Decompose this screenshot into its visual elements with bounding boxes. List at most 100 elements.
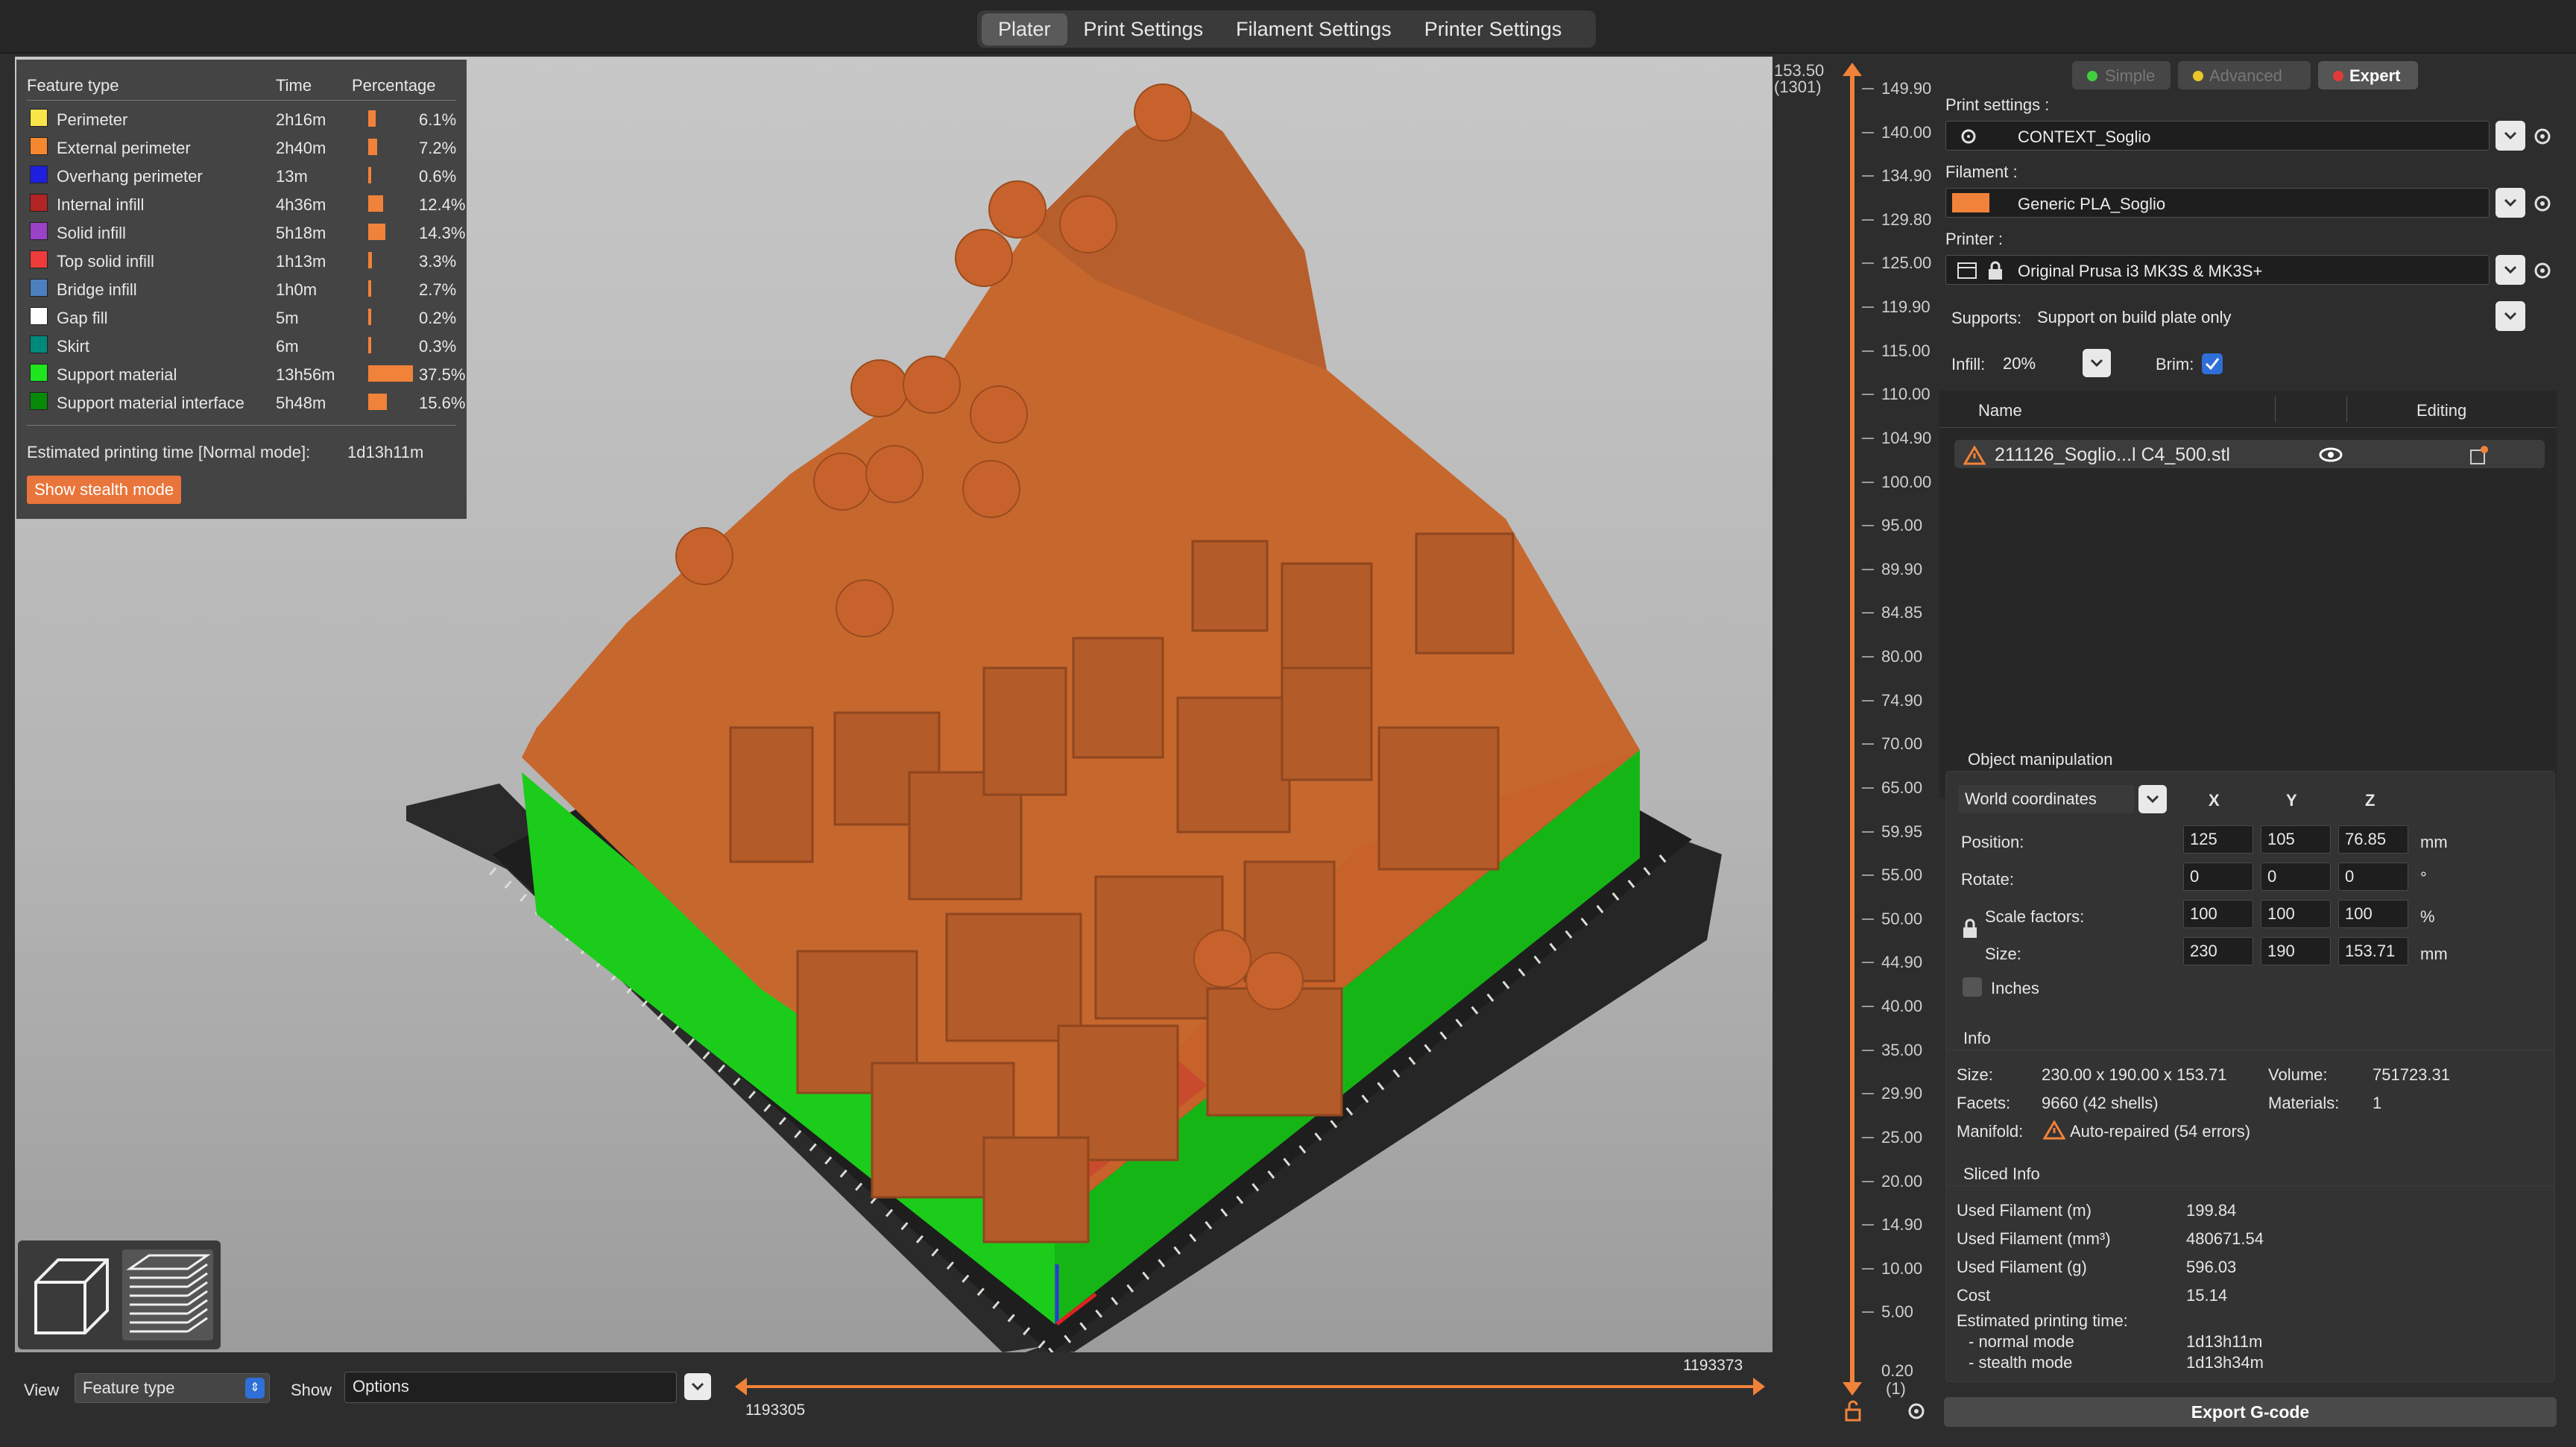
scale-y-input[interactable]: 100: [2261, 900, 2331, 928]
horizontal-move-slider[interactable]: [739, 1385, 1761, 1388]
info-manifold-value: Auto-repaired (54 errors): [2070, 1122, 2251, 1141]
edit-settings-icon[interactable]: [2469, 444, 2490, 465]
sliced-info-title: Sliced Info: [1963, 1164, 2040, 1183]
chevron-down-icon: [2146, 795, 2159, 804]
eye-icon[interactable]: [2318, 446, 2343, 464]
position-z-input[interactable]: 76.85: [2338, 825, 2408, 854]
tab-filament-settings[interactable]: Filament Settings: [1219, 13, 1408, 45]
show-options-select[interactable]: Options: [344, 1372, 677, 1403]
layer-tick-mark: [1862, 874, 1874, 877]
position-x-input[interactable]: 125: [2183, 825, 2253, 854]
layer-tick-label: 40.00: [1881, 997, 1923, 1016]
cog-icon[interactable]: [1905, 1400, 1928, 1422]
printer-gear-icon[interactable]: [2531, 259, 2554, 282]
rotate-unit: °: [2420, 868, 2427, 887]
layer-tick-label: 119.90: [1881, 297, 1931, 317]
chevron-down-icon: [2504, 265, 2517, 274]
show-stealth-mode-button[interactable]: Show stealth mode: [27, 476, 182, 504]
layer-tick-label: 125.00: [1881, 253, 1932, 273]
sliced-row-label: Used Filament (g): [1957, 1258, 2087, 1276]
layer-tick-label: 20.00: [1881, 1171, 1923, 1191]
printer-value: Original Prusa i3 MK3S & MK3S+: [2018, 262, 2263, 280]
scale-label: Scale factors:: [1985, 907, 2085, 926]
3d-view-button[interactable]: [25, 1249, 116, 1340]
filament-dropdown[interactable]: [2496, 188, 2525, 218]
updown-icon: ⇕: [245, 1378, 265, 1399]
unlock-icon[interactable]: [1844, 1400, 1862, 1422]
filament-gear-icon[interactable]: [2531, 192, 2554, 215]
layer-tick-label: 10.00: [1881, 1258, 1923, 1278]
legend-color-swatch: [30, 335, 48, 353]
legend-percentage: 2.7%: [419, 280, 457, 299]
rotate-y-input[interactable]: 0: [2261, 863, 2331, 891]
object-list-col-name: Name: [1978, 401, 2022, 420]
legend-color-swatch: [30, 222, 48, 240]
layer-slider-track[interactable]: [1850, 72, 1854, 1391]
print-settings-dropdown[interactable]: [2496, 121, 2525, 151]
rotate-x-input[interactable]: 0: [2183, 863, 2253, 891]
right-sidebar: Simple Advanced Expert Print settings : …: [1936, 57, 2563, 1428]
mode-advanced-button[interactable]: Advanced: [2178, 61, 2311, 89]
infill-dropdown[interactable]: [2083, 349, 2111, 377]
scale-z-input[interactable]: 100: [2338, 900, 2408, 928]
size-z-input[interactable]: 153.71: [2338, 937, 2408, 965]
slider-left-thumb[interactable]: [732, 1376, 748, 1397]
scale-unit: %: [2420, 907, 2435, 926]
supports-select[interactable]: Support on build plate only: [2032, 301, 2490, 331]
position-y-input[interactable]: 105: [2261, 825, 2331, 854]
legend-divider: [27, 425, 456, 426]
layer-tick-mark: [1862, 743, 1874, 745]
layer-slider[interactable]: 153.50 (1301) 149.90 140.00 134.90 129.80 12…: [1774, 57, 1931, 1422]
size-x-input[interactable]: 230: [2183, 937, 2253, 965]
object-list-row[interactable]: 211126_Soglio...l C4_500.stl: [1954, 440, 2545, 468]
print-settings-select[interactable]: CONTEXT_Soglio: [1945, 121, 2490, 151]
layer-tick-label: 110.00: [1881, 385, 1931, 404]
brim-checkbox[interactable]: [2202, 353, 2223, 374]
sliced-row-label: Cost: [1957, 1286, 1991, 1305]
mode-simple-button[interactable]: Simple: [2072, 61, 2171, 89]
position-label: Position:: [1961, 833, 2024, 851]
print-settings-gear-icon[interactable]: [2531, 125, 2554, 148]
export-gcode-button[interactable]: Export G-code: [1944, 1397, 2557, 1427]
preview-button[interactable]: [122, 1249, 213, 1340]
legend-percentage-bar: [368, 280, 372, 297]
inches-checkbox[interactable]: [1963, 977, 1982, 997]
legend-row: Support material interface 5h48m 15.6%: [27, 388, 465, 416]
legend-feature-label: Skirt: [57, 337, 89, 356]
infill-input[interactable]: 20%: [1998, 349, 2080, 377]
layer-tick-label: 129.80: [1881, 209, 1932, 229]
size-y-input[interactable]: 190: [2261, 937, 2331, 965]
legend-percentage-bar: [368, 195, 383, 212]
layer-bottom-thumb[interactable]: [1841, 1381, 1863, 1397]
cube-icon: [34, 1258, 109, 1334]
coordinates-select[interactable]: World coordinates: [1958, 785, 2134, 813]
info-facets-label: Facets:: [1957, 1094, 2011, 1112]
supports-dropdown[interactable]: [2496, 301, 2525, 331]
layer-top-thumb[interactable]: [1841, 61, 1863, 78]
coordinates-dropdown[interactable]: [2138, 785, 2167, 813]
legend-time: 1h0m: [276, 280, 318, 299]
lock-icon[interactable]: [1961, 918, 1979, 940]
mode-expert-button[interactable]: Expert: [2318, 61, 2418, 89]
scale-x-input[interactable]: 100: [2183, 900, 2253, 928]
filament-label: Filament :: [1945, 163, 2018, 181]
sliced-row-value: 480671.54: [2186, 1229, 2264, 1248]
printer-select[interactable]: Original Prusa i3 MK3S & MK3S+: [1945, 255, 2490, 285]
layer-tick-label: 115.00: [1881, 341, 1931, 360]
object-manipulation-title: Object manipulation: [1968, 750, 2113, 769]
layer-tick-label: 65.00: [1881, 778, 1923, 797]
slider-right-thumb[interactable]: [1752, 1376, 1768, 1397]
legend-row: Top solid infill 1h13m 3.3%: [27, 246, 456, 274]
layer-tick-mark: [1862, 1180, 1874, 1182]
rotate-z-input[interactable]: 0: [2338, 863, 2408, 891]
legend-percentage-bar: [368, 309, 371, 325]
tab-printer-settings[interactable]: Printer Settings: [1408, 13, 1579, 45]
tab-plater[interactable]: Plater: [982, 13, 1067, 45]
tab-print-settings[interactable]: Print Settings: [1067, 13, 1220, 45]
object-list-header: Name Editing: [1939, 391, 2557, 428]
view-type-select[interactable]: Feature type ⇕: [75, 1373, 270, 1403]
printer-dropdown[interactable]: [2496, 255, 2525, 285]
show-options-dropdown[interactable]: [684, 1373, 711, 1400]
sliced-normal-value: 1d13h11m: [2186, 1332, 2263, 1351]
filament-select[interactable]: Generic PLA_Soglio: [1945, 188, 2490, 218]
